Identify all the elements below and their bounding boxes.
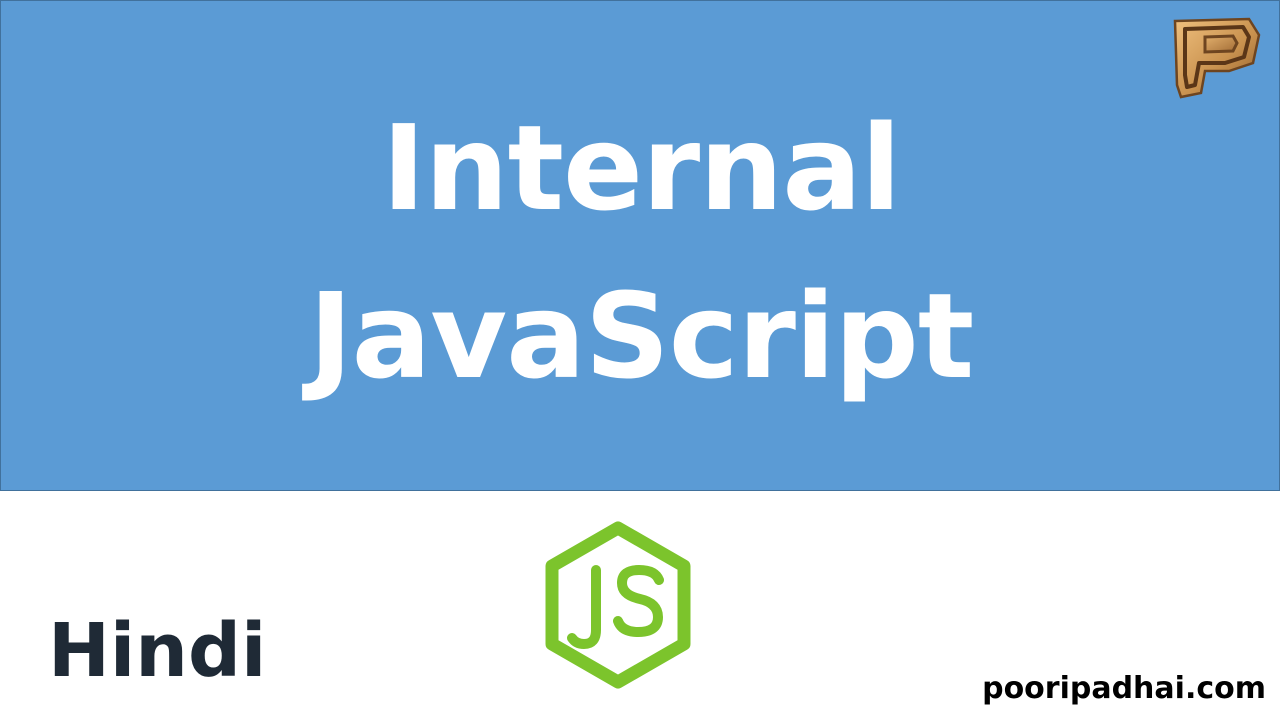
- slide: Internal JavaScript Hindi pooripadhai.co…: [0, 0, 1280, 720]
- title-banner: Internal JavaScript: [0, 0, 1280, 491]
- website-label: pooripadhai.com: [982, 671, 1266, 706]
- language-label: Hindi: [48, 608, 267, 694]
- brand-p-logo-icon: [1173, 17, 1261, 99]
- slide-title-line-1: Internal: [381, 99, 902, 237]
- slide-title-line-2: JavaScript: [308, 267, 975, 405]
- javascript-hexagon-logo-icon: [545, 521, 691, 689]
